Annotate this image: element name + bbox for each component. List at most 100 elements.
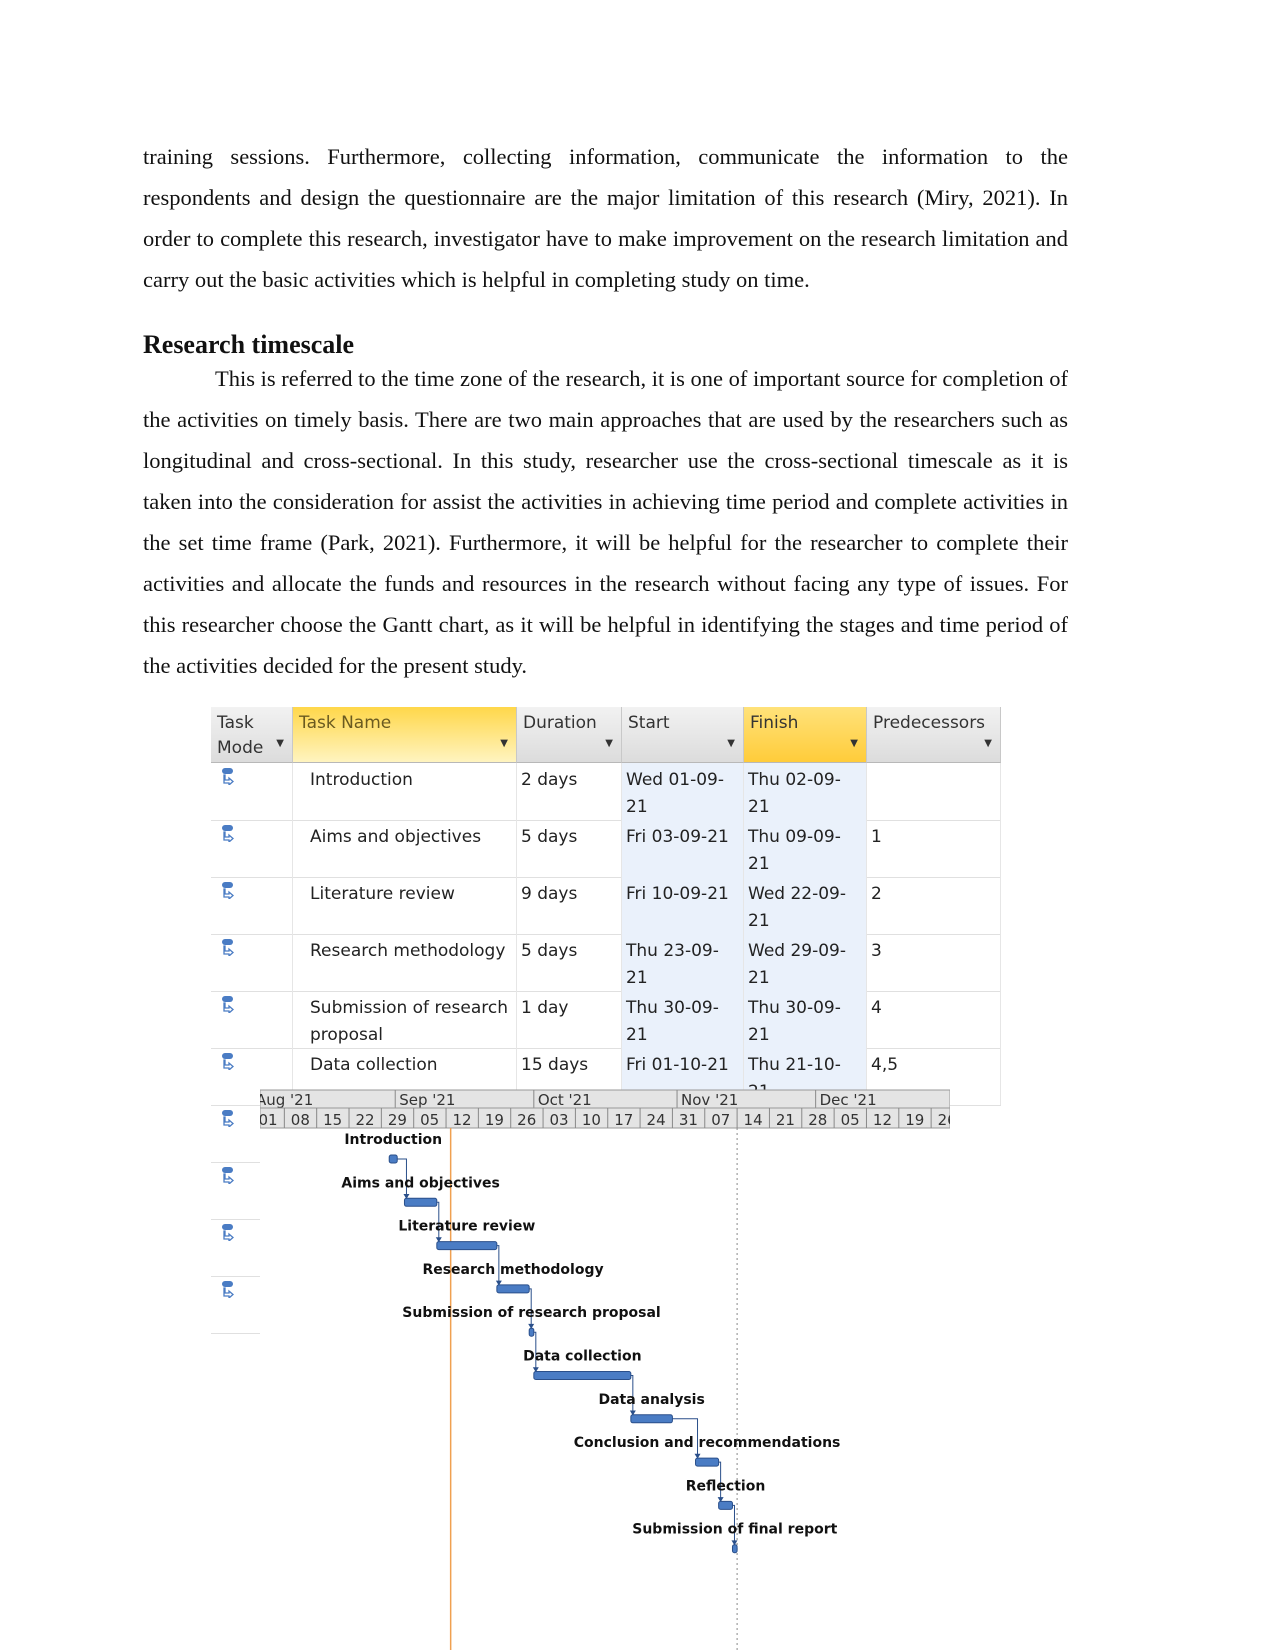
cell-start: Fri 03-09-21 (626, 827, 729, 847)
header-label: Task Mode (217, 713, 264, 758)
cell-duration: 1 day (521, 998, 569, 1018)
table-cell (211, 1105, 293, 1162)
cell-start: Thu 23-09-21 (626, 941, 719, 988)
table-cell: Submission of research proposal (293, 991, 517, 1048)
arrowhead-icon (731, 1540, 738, 1546)
table-cell (211, 1048, 293, 1105)
table-cell: Thu 23-09-21 (622, 934, 744, 991)
table-row[interactable] (211, 1219, 293, 1277)
dropdown-arrow-icon[interactable]: ▼ (605, 731, 613, 756)
task-label: Conclusion and recommendations (574, 1435, 841, 1451)
dropdown-arrow-icon[interactable]: ▼ (984, 731, 992, 756)
dependency-arrow (630, 1375, 634, 1415)
table-cell: Thu 21-10-21 (744, 1048, 867, 1105)
table-cell (211, 820, 293, 877)
table-row[interactable]: Research methodology 5 days Thu 23-09-21 We… (211, 934, 1001, 992)
table-cell: Thu 30-09-21 (622, 991, 744, 1048)
table-cell: Thu 30-09-21 (744, 991, 867, 1048)
task-label: Reflection (686, 1478, 766, 1494)
document-page: training sessions. Furthermore, collecti… (0, 0, 1275, 1650)
table-cell: 5 days (517, 934, 622, 991)
table-row[interactable] (211, 1162, 293, 1220)
cell-finish: Thu 02-09-21 (748, 770, 841, 817)
dependency-arrow (672, 1418, 699, 1458)
table-row[interactable]: Introduction 2 days Wed 01-09-21 Thu 02-09-… (211, 763, 1001, 821)
table-cell: Wed 22-09-21 (744, 877, 867, 934)
paragraph-limitations: training sessions. Furthermore, collecti… (143, 144, 1068, 292)
cell-duration: 5 days (521, 827, 578, 847)
table-cell (211, 1276, 293, 1333)
task-bar[interactable] (731, 1544, 738, 1554)
header-label: Duration (523, 713, 597, 733)
cell-name: Aims and objectives (310, 827, 482, 847)
auto-scheduled-task-icon (222, 1110, 234, 1127)
cell-duration: 9 days (521, 884, 578, 904)
table-cell: 9 days (517, 877, 622, 934)
cell-start: Fri 01-10-21 (626, 1055, 729, 1075)
table-cell: Thu 09-09-21 (744, 820, 867, 877)
dropdown-arrow-icon[interactable]: ▼ (276, 731, 284, 756)
cell-name: Literature review (310, 884, 455, 904)
header-label: Start (628, 713, 670, 733)
cell-start: Wed 01-09-21 (626, 770, 724, 817)
cell-pred: 2 (871, 884, 882, 904)
dropdown-arrow-icon[interactable]: ▼ (500, 731, 508, 756)
auto-scheduled-task-icon (222, 1167, 234, 1184)
dropdown-arrow-icon[interactable]: ▼ (850, 731, 858, 756)
table-cell: 2 days (517, 763, 622, 820)
table-row[interactable]: Literature review 9 days Fri 10-09-21 Wed 2… (211, 877, 1001, 935)
header-predecessors[interactable]: Predecessors ▼ (867, 707, 1001, 763)
header-duration[interactable]: Duration ▼ (517, 707, 622, 763)
auto-scheduled-task-icon (222, 996, 234, 1013)
arrowhead-icon (532, 1367, 539, 1373)
table-cell: Data collection (293, 1048, 517, 1105)
dropdown-arrow-icon[interactable]: ▼ (727, 731, 735, 756)
table-row[interactable]: Submission of research proposal 1 day Thu … (211, 991, 1001, 1049)
auto-scheduled-task-icon (222, 939, 234, 956)
auto-scheduled-task-icon (222, 1281, 234, 1298)
table-cell: Literature review (293, 877, 517, 934)
cell-name: Introduction (310, 770, 413, 790)
task-label: Data collection (523, 1349, 641, 1365)
cell-start: Thu 30-09-21 (626, 998, 719, 1045)
table-row[interactable] (211, 1276, 293, 1334)
table-cell: 3 (867, 934, 1001, 991)
task-label: Submission of final report (632, 1522, 837, 1538)
table-cell (211, 1162, 293, 1219)
task-bar[interactable] (630, 1414, 673, 1424)
header-label: Finish (750, 713, 799, 733)
cell-pred: 1 (871, 827, 882, 847)
header-finish[interactable]: Finish ▼ (744, 707, 867, 763)
paragraph-timescale: This is referred to the time zone of the… (143, 366, 1068, 678)
task-bar[interactable] (718, 1500, 733, 1510)
table-cell (211, 1219, 293, 1276)
table-cell: Aims and objectives (293, 820, 517, 877)
header-task-name[interactable]: Task Name ▼ (293, 707, 517, 763)
arrowhead-icon (629, 1410, 636, 1416)
cell-name: Data collection (310, 1055, 438, 1075)
auto-scheduled-task-icon (222, 1053, 234, 1070)
cell-name: Research methodology (310, 941, 506, 961)
table-cell (211, 934, 293, 991)
table-cell: Introduction (293, 763, 517, 820)
header-start[interactable]: Start ▼ (622, 707, 744, 763)
arrowhead-icon (717, 1497, 724, 1503)
task-bar[interactable] (695, 1457, 720, 1467)
table-cell: 4,5 (867, 1048, 1001, 1105)
dependency-arrow (732, 1504, 735, 1545)
table-row[interactable] (211, 1105, 293, 1163)
header-task-mode[interactable]: Task Mode ▼ (211, 707, 293, 763)
table-row[interactable]: Aims and objectives 5 days Fri 03-09-21 Thu… (211, 820, 1001, 878)
dependency-arrow (718, 1461, 722, 1502)
table-cell: 15 days (517, 1048, 622, 1105)
cell-pred: 3 (871, 941, 882, 961)
auto-scheduled-task-icon (222, 768, 234, 785)
cell-start: Fri 10-09-21 (626, 884, 729, 904)
auto-scheduled-task-icon (222, 882, 234, 899)
table-row[interactable]: Data collection 15 days Fri 01-10-21 Thu 21… (211, 1048, 1001, 1106)
cell-finish: Thu 21-10-21 (748, 1055, 841, 1102)
task-bar[interactable] (533, 1371, 632, 1380)
table-cell: Fri 01-10-21 (622, 1048, 744, 1105)
section-heading: Research timescale (143, 330, 355, 359)
cell-finish: Wed 22-09-21 (748, 884, 846, 931)
